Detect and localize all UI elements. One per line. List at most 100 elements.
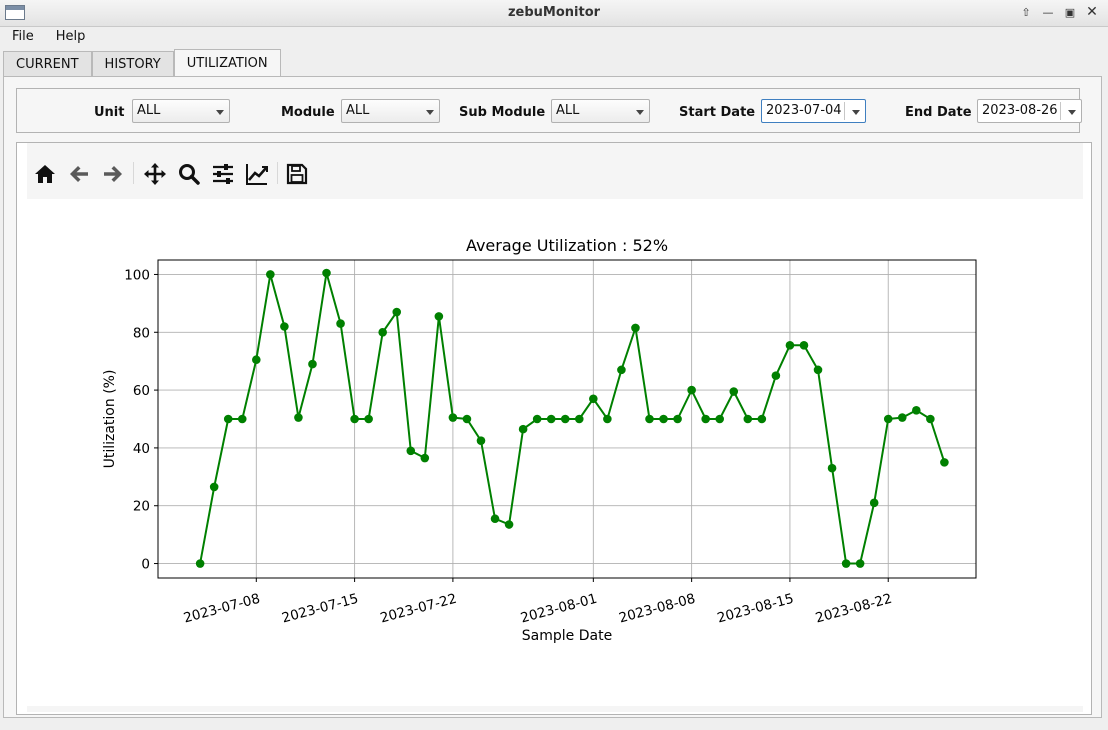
data-point bbox=[617, 365, 626, 375]
module-value: ALL bbox=[346, 103, 370, 118]
data-point bbox=[560, 414, 570, 424]
data-point bbox=[673, 414, 682, 424]
data-point bbox=[940, 458, 949, 467]
data-point bbox=[392, 307, 402, 317]
data-point bbox=[771, 371, 781, 380]
data-point bbox=[701, 414, 710, 424]
menu-help[interactable]: Help bbox=[44, 27, 98, 47]
sub-module-label: Sub Module bbox=[459, 105, 546, 120]
y-tick-label: 20 bbox=[133, 499, 150, 515]
end-date-label: End Date bbox=[905, 105, 972, 120]
data-point bbox=[308, 359, 317, 369]
chevron-down-icon bbox=[426, 110, 434, 115]
data-point bbox=[659, 414, 668, 424]
data-point bbox=[926, 414, 935, 424]
tab-history[interactable]: HISTORY bbox=[91, 51, 174, 77]
chevron-down-icon bbox=[1068, 110, 1076, 115]
data-point bbox=[490, 514, 500, 524]
data-point bbox=[743, 414, 753, 424]
data-point bbox=[532, 414, 542, 424]
data-point bbox=[266, 270, 275, 279]
utilization-chart: Average Utilization : 52% 0 20 40 60 80 100 202… bbox=[102, 236, 977, 644]
tab-current[interactable]: CURRENT bbox=[3, 51, 92, 77]
data-point bbox=[518, 424, 528, 434]
edit-axis-icon[interactable] bbox=[243, 160, 271, 188]
unit-label: Unit bbox=[94, 105, 125, 120]
back-arrow-icon[interactable] bbox=[65, 160, 93, 188]
y-axis-label: Utilization (%) bbox=[102, 370, 118, 469]
zoom-icon[interactable] bbox=[175, 160, 203, 188]
tab-bar: CURRENT HISTORY UTILIZATION bbox=[3, 49, 281, 77]
plot-area: Average Utilization : 52% 0 20 40 60 80 100 202… bbox=[16, 142, 1092, 715]
y-tick-label: 60 bbox=[133, 383, 150, 399]
data-point bbox=[855, 559, 865, 568]
maximize-icon[interactable]: ▣ bbox=[1060, 3, 1080, 21]
window-title: zebuMonitor bbox=[507, 5, 601, 20]
module-label: Module bbox=[281, 105, 335, 120]
y-tick-label: 80 bbox=[133, 325, 150, 341]
data-point bbox=[645, 414, 654, 424]
tab-utilization[interactable]: UTILIZATION bbox=[173, 49, 281, 77]
start-date-picker[interactable]: 2023-07-04 bbox=[761, 99, 866, 123]
x-tick-label: 2023-08-22 bbox=[814, 591, 894, 627]
menu-bar: File Help bbox=[0, 27, 1108, 47]
data-point bbox=[757, 414, 767, 424]
sub-module-value: ALL bbox=[556, 103, 580, 118]
data-point bbox=[462, 414, 472, 424]
chevron-down-icon bbox=[852, 110, 860, 115]
data-point bbox=[195, 559, 205, 568]
data-point bbox=[350, 414, 359, 424]
x-tick-label: 2023-07-08 bbox=[182, 591, 262, 627]
data-point bbox=[729, 387, 739, 396]
data-point bbox=[223, 414, 233, 424]
data-point bbox=[294, 413, 303, 422]
keep-above-icon[interactable]: ⇧ bbox=[1016, 3, 1036, 21]
data-point bbox=[827, 463, 837, 473]
data-point bbox=[574, 414, 584, 424]
module-combo[interactable]: ALL bbox=[341, 99, 440, 123]
minimize-icon[interactable]: — bbox=[1038, 3, 1058, 21]
home-icon[interactable] bbox=[31, 160, 59, 188]
series-line bbox=[199, 272, 946, 565]
data-point bbox=[252, 355, 261, 365]
sub-module-combo[interactable]: ALL bbox=[551, 99, 650, 123]
y-tick-label: 40 bbox=[133, 441, 150, 457]
menu-file[interactable]: File bbox=[0, 27, 44, 47]
configure-subplots-icon[interactable] bbox=[209, 160, 237, 188]
data-point bbox=[364, 414, 373, 424]
data-point bbox=[209, 482, 219, 492]
chevron-down-icon bbox=[636, 110, 644, 115]
end-date-picker[interactable]: 2023-08-26 bbox=[977, 99, 1082, 123]
save-icon[interactable] bbox=[283, 160, 311, 188]
x-tick-label: 2023-08-01 bbox=[519, 591, 599, 627]
data-point bbox=[280, 322, 289, 331]
data-point bbox=[336, 319, 345, 328]
data-point bbox=[420, 453, 430, 463]
data-point bbox=[897, 413, 907, 422]
data-point bbox=[406, 446, 416, 456]
close-icon[interactable]: ✕ bbox=[1082, 3, 1102, 21]
y-tick-label: 100 bbox=[124, 267, 150, 283]
window-controls: ⇧ — ▣ ✕ bbox=[1016, 3, 1102, 21]
chevron-down-icon bbox=[216, 110, 224, 115]
data-point bbox=[687, 385, 696, 395]
unit-combo[interactable]: ALL bbox=[132, 99, 230, 123]
data-point bbox=[883, 414, 893, 424]
data-point bbox=[546, 414, 556, 424]
x-tick-label: 2023-08-15 bbox=[716, 591, 796, 627]
x-tick-label: 2023-08-08 bbox=[617, 591, 697, 627]
start-date-value: 2023-07-04 bbox=[766, 103, 842, 118]
data-point bbox=[631, 323, 640, 333]
data-point bbox=[476, 436, 486, 445]
forward-arrow-icon[interactable] bbox=[99, 160, 127, 188]
data-point bbox=[841, 559, 851, 568]
data-point bbox=[813, 365, 823, 375]
start-date-label: Start Date bbox=[679, 105, 756, 120]
pan-icon[interactable] bbox=[141, 160, 169, 188]
y-tick-label: 0 bbox=[141, 557, 150, 573]
data-point bbox=[504, 520, 514, 529]
data-point bbox=[434, 312, 444, 321]
data-point bbox=[785, 340, 795, 350]
x-tick-label: 2023-07-22 bbox=[378, 591, 458, 627]
title-bar: zebuMonitor ⇧ — ▣ ✕ bbox=[0, 0, 1108, 27]
